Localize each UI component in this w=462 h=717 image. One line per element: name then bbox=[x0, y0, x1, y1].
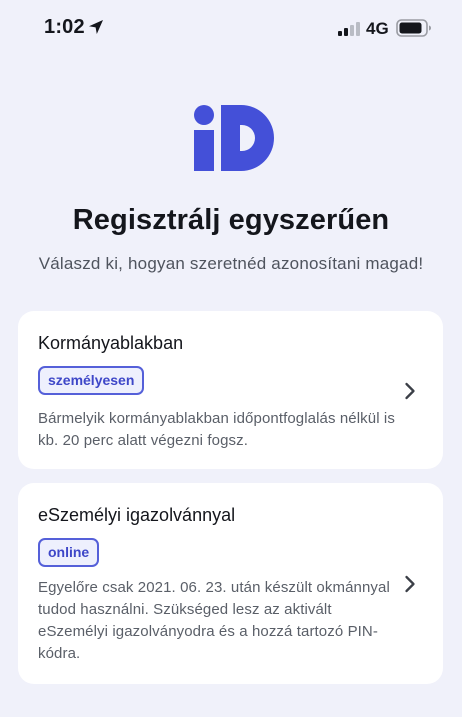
id-logo bbox=[194, 105, 274, 171]
cellular-signal-icon bbox=[338, 22, 360, 36]
page-title: Regisztrálj egyszerűen bbox=[72, 204, 390, 236]
option-card-government-office[interactable]: Kormányablakban személyesen Bármelyik ko… bbox=[18, 311, 443, 469]
registration-screen: 1:02 4G Regisztrálj egyszerűen Válaszd k… bbox=[0, 0, 462, 717]
option-card-eid[interactable]: eSzemélyi igazolvánnyal online Egyelőre … bbox=[18, 483, 443, 684]
location-arrow-icon bbox=[89, 20, 103, 34]
battery-icon bbox=[396, 19, 431, 37]
option-description: Bármelyik kormányablakban időpontfoglalá… bbox=[38, 410, 395, 449]
status-bar: 1:02 4G bbox=[0, 0, 462, 58]
option-tag-badge: személyesen bbox=[38, 366, 145, 395]
page-subtitle: Válaszd ki, hogyan szeretnéd azonosítani… bbox=[38, 254, 424, 273]
chevron-right-icon bbox=[405, 382, 415, 400]
status-time: 1:02 bbox=[44, 16, 85, 38]
option-title: eSzemélyi igazolvánnyal bbox=[38, 505, 236, 525]
network-type: 4G bbox=[366, 19, 389, 38]
chevron-right-icon bbox=[405, 575, 415, 593]
option-title: Kormányablakban bbox=[38, 333, 184, 353]
option-description: Egyelőre csak 2021. 06. 23. után készült… bbox=[38, 579, 390, 662]
option-tag-badge: online bbox=[38, 538, 100, 567]
